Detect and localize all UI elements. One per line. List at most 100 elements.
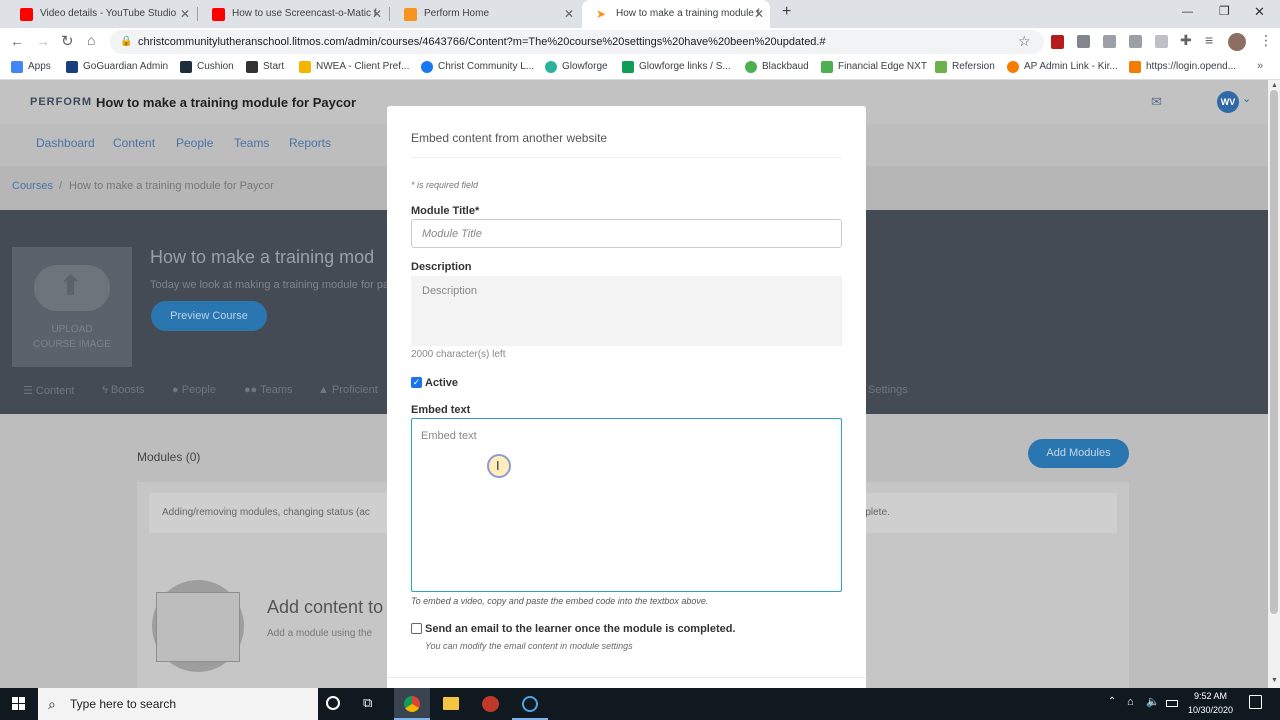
character-count: 2000 character(s) left: [411, 349, 506, 360]
taskbar-search-box[interactable]: ⌕ Type here to search: [38, 688, 318, 720]
battery-icon[interactable]: [1166, 700, 1178, 707]
perform-logo[interactable]: PERFORM: [30, 96, 92, 108]
home-icon[interactable]: ⌂: [87, 32, 95, 48]
more-bookmarks-icon[interactable]: »: [1257, 60, 1263, 72]
add-modules-button[interactable]: Add Modules: [1028, 439, 1129, 468]
windows-start-icon[interactable]: [12, 697, 26, 711]
send-email-checkbox[interactable]: [411, 623, 422, 634]
preview-course-button[interactable]: Preview Course: [151, 301, 267, 331]
description-label: Description: [411, 261, 472, 273]
bookmark-opend[interactable]: https://login.opend...: [1129, 61, 1236, 73]
modules-count: Modules (0): [137, 450, 201, 464]
bookmark-nwea[interactable]: NWEA - Client Pref...: [299, 61, 409, 73]
bookmark-refersion[interactable]: Refersion: [935, 61, 995, 73]
lock-icon: 🔒: [120, 36, 133, 47]
network-icon[interactable]: ⌂: [1127, 696, 1134, 708]
bookmark-start[interactable]: Start: [246, 61, 284, 73]
nav-dashboard[interactable]: Dashboard: [36, 136, 95, 150]
close-icon[interactable]: ✕: [372, 0, 382, 28]
bookmark-ap-admin[interactable]: AP Admin Link - Kir...: [1007, 61, 1118, 73]
opend-icon: [1129, 61, 1141, 73]
course-tab-people[interactable]: ● People: [172, 384, 216, 396]
extension-icon[interactable]: [1077, 35, 1090, 48]
nav-content[interactable]: Content: [113, 136, 155, 150]
extension-icon[interactable]: [1155, 35, 1168, 48]
clock-time[interactable]: 9:52 AM: [1183, 691, 1238, 701]
user-avatar[interactable]: WV: [1217, 91, 1239, 113]
url-field[interactable]: 🔒 christcommunitylutheranschool.litmos.c…: [110, 30, 1044, 54]
file-explorer-icon[interactable]: [443, 697, 459, 710]
address-bar-row: ← → ↻ ⌂ 🔒 christcommunitylutheranschool.…: [0, 28, 1280, 56]
send-email-hint: You can modify the email content in modu…: [425, 641, 633, 651]
bookmark-christ-community[interactable]: Christ Community L...: [421, 61, 534, 73]
profile-avatar[interactable]: [1228, 33, 1246, 51]
close-icon[interactable]: ✕: [564, 0, 574, 28]
module-title-input[interactable]: Module Title: [411, 219, 842, 248]
minimize-button[interactable]: —: [1182, 6, 1193, 18]
embed-text-textarea[interactable]: Embed text: [411, 418, 842, 592]
course-tab-proficient[interactable]: ▲ Proficient: [318, 384, 378, 396]
back-arrow-icon[interactable]: ←: [10, 33, 24, 49]
taskbar-chrome[interactable]: [394, 688, 430, 720]
volume-icon[interactable]: 🔈: [1146, 695, 1160, 708]
bookmark-star-icon[interactable]: ☆: [1018, 33, 1031, 50]
bookmark-glowforge[interactable]: Glowforge: [545, 61, 608, 73]
browser-tab-screencast[interactable]: How to use Screencast-o-Matic f ✕: [198, 0, 388, 28]
tab-title: Perform Home: [424, 8, 490, 19]
chevron-down-icon[interactable]: ⌄: [1242, 92, 1251, 105]
bookmark-cushion[interactable]: Cushion: [180, 61, 234, 73]
reading-list-icon[interactable]: ≡: [1205, 32, 1213, 48]
close-icon[interactable]: ✕: [180, 0, 190, 28]
menu-kebab-icon[interactable]: ⋮: [1259, 32, 1273, 49]
taskbar-screencast[interactable]: [512, 688, 548, 720]
scrollbar-thumb[interactable]: [1270, 90, 1278, 614]
active-checkbox[interactable]: ✓: [411, 377, 422, 388]
module-grid-icon: [156, 592, 240, 662]
browser-tab-perform-home[interactable]: Perform Home ✕: [390, 0, 580, 28]
nav-teams[interactable]: Teams: [234, 136, 269, 150]
course-tab-content[interactable]: ☰ Content: [23, 384, 74, 397]
browser-tab-youtube-studio[interactable]: Video details - YouTube Studio ✕: [6, 0, 196, 28]
course-tab-settings[interactable]: Settings: [868, 384, 908, 396]
close-window-button[interactable]: ✕: [1254, 4, 1265, 20]
reload-icon[interactable]: ↻: [61, 32, 74, 50]
notifications-icon[interactable]: [1249, 695, 1262, 709]
info-banner-text: Adding/removing modules, changing status…: [162, 507, 370, 518]
extension-icon[interactable]: [1129, 35, 1142, 48]
tray-chevron-up-icon[interactable]: ⌃: [1108, 696, 1116, 707]
scroll-down-icon[interactable]: ▼: [1271, 677, 1278, 684]
perform-icon: ➤: [596, 7, 607, 21]
bookmark-glowforge-links[interactable]: Glowforge links / S...: [622, 61, 731, 73]
breadcrumb-courses[interactable]: Courses: [12, 180, 53, 192]
description-textarea[interactable]: Description: [411, 276, 842, 346]
extension-icon[interactable]: [1103, 35, 1116, 48]
nav-people[interactable]: People: [176, 136, 213, 150]
forward-arrow-icon[interactable]: →: [36, 33, 50, 49]
app-icon[interactable]: [482, 696, 499, 712]
clock-date[interactable]: 10/30/2020: [1183, 705, 1238, 715]
page-scrollbar[interactable]: ▲ ▼: [1268, 80, 1280, 688]
hero-course-description: Today we look at making a training modul…: [150, 279, 390, 291]
puzzle-extensions-icon[interactable]: ✚: [1180, 32, 1192, 49]
scroll-up-icon[interactable]: ▲: [1271, 82, 1278, 89]
breadcrumb-current: How to make a training module for Paycor: [69, 180, 274, 192]
nav-reports[interactable]: Reports: [289, 136, 331, 150]
browser-tab-training-module[interactable]: ➤ How to make a training module f ✕: [582, 0, 770, 28]
restore-button[interactable]: ❐: [1219, 4, 1230, 18]
perform-icon: [404, 8, 417, 21]
hero-course-title: How to make a training mod: [150, 247, 375, 267]
add-content-title: Add content to: [267, 597, 384, 617]
course-tab-boosts[interactable]: ϟ Boosts: [102, 384, 145, 396]
course-tab-teams[interactable]: ●● Teams: [244, 384, 293, 396]
cortana-icon[interactable]: [326, 696, 340, 710]
task-view-icon[interactable]: ⧉: [363, 695, 372, 711]
bookmark-financial-edge[interactable]: Financial Edge NXT: [821, 61, 927, 73]
ublock-icon[interactable]: [1051, 35, 1064, 49]
close-icon[interactable]: ✕: [754, 0, 764, 28]
bookmark-apps[interactable]: Apps: [11, 61, 51, 73]
new-tab-button[interactable]: +: [782, 3, 791, 21]
mail-icon[interactable]: ✉: [1151, 94, 1162, 110]
bookmark-blackbaud[interactable]: Blackbaud: [745, 61, 809, 73]
bookmark-goguardian[interactable]: GoGuardian Admin: [66, 61, 168, 73]
upload-course-image[interactable]: ⬆ UPLOAD COURSE IMAGE: [12, 247, 132, 367]
